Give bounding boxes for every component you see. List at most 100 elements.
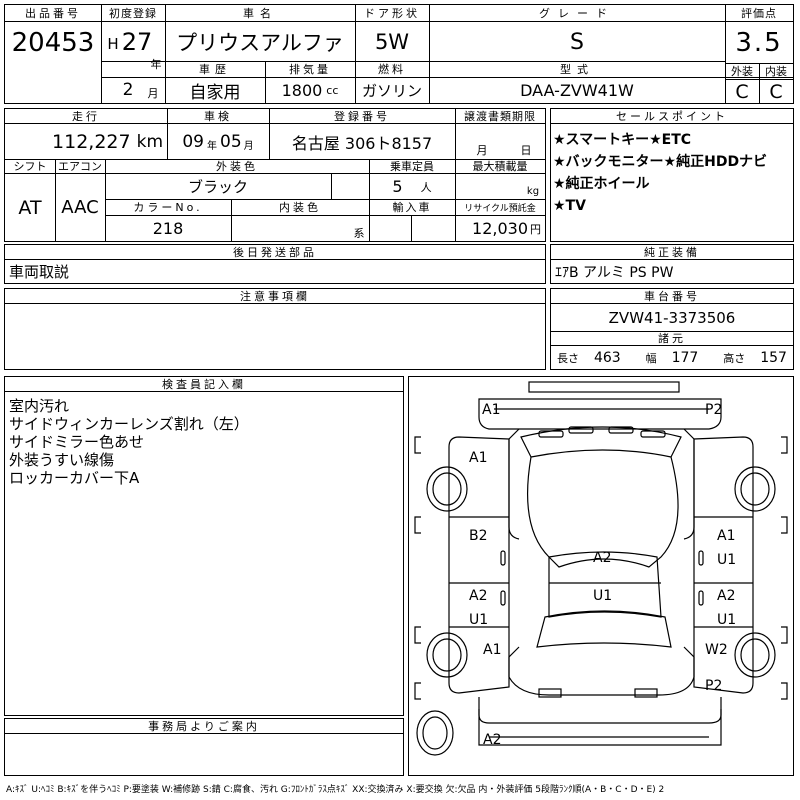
inspection-year-unit: 年 (207, 141, 217, 152)
capacity-unit: 人 (420, 180, 432, 194)
shift-label: シフト (13, 160, 47, 173)
height-label: 高さ (723, 351, 746, 365)
model-label: 型式 (560, 63, 594, 76)
equipment-block: 純正装備 ｴｱB アルミ PS PW (550, 244, 794, 284)
first-reg-month: 2 (122, 80, 134, 100)
history: 自家用 (189, 83, 241, 103)
score-label: 評価点 (741, 7, 777, 20)
shift: AT (18, 196, 42, 219)
transfer-label: 譲渡書類期限 (464, 110, 536, 123)
color-no: 218 (152, 219, 184, 238)
displacement: 1800 cc (265, 78, 355, 103)
chassis-title: 車台番号 (644, 290, 700, 303)
fuel: ガソリン (361, 82, 422, 100)
transfer-day-unit: 日 (520, 144, 532, 157)
sales-points-title: セールスポイント (616, 110, 728, 123)
legend: A:ｷｽﾞ U:ﾍｺﾐ B:ｷｽﾞを伴うﾍｺﾐ P:要塗装 W:補修跡 S:錆 … (6, 784, 665, 795)
inspection-label: 車検 (204, 110, 232, 123)
transfer-month-unit: 月 (476, 144, 488, 157)
office-title: 事務局よりご案内 (148, 720, 260, 733)
recycle-label: リサイクル預託金 (464, 203, 536, 214)
damage-mark: P2 (705, 402, 723, 418)
width-value: 177 (671, 349, 699, 366)
ac: AAC (61, 197, 99, 218)
parts-value: 車両取説 (9, 263, 70, 281)
parts-title: 後日発送部品 (233, 246, 317, 259)
first-reg-label: 初度登録 (109, 7, 157, 20)
damage-mark: U1 (469, 612, 489, 628)
damage-mark: A1 (483, 642, 502, 658)
door-label: ドア形状 (364, 7, 420, 20)
sales-point-line: ★純正ホイール (553, 176, 650, 192)
damage-mark: U1 (717, 612, 737, 628)
fuel-label: 燃料 (378, 63, 406, 76)
damage-mark: A2 (717, 588, 736, 604)
score: 3.5 (735, 28, 783, 58)
damage-mark: A1 (482, 402, 501, 418)
inspector-note-line: 外装うすい線傷 (9, 451, 115, 469)
displacement-value: 1800 (281, 81, 323, 100)
inspector-note-line: サイドウィンカーレンズ割れ（左） (9, 415, 249, 433)
mileage-label: 走行 (72, 110, 100, 123)
inspector-block: 検査員記入欄 室内汚れ サイドウィンカーレンズ割れ（左） サイドミラー色あせ 外… (4, 376, 404, 716)
grade-label: グレード (539, 7, 615, 20)
mileage-value: 112,227 (52, 130, 131, 153)
header-block: 出品番号 20453 初度登録 H 27 年 2 月 車名 プリウスアルファ ド… (4, 4, 794, 104)
damage-mark: A2 (593, 550, 612, 566)
car-damage-diagram: A1 P2 A1 B2 A2 A1 U1 A2 U1 U1 A2 U1 A1 W… (408, 376, 794, 776)
interior-label: 内装 (765, 65, 787, 78)
interior-color-unit: 系 (353, 227, 365, 239)
inspection-month-unit: 月 (243, 141, 254, 152)
sales-point-line: ★TV (553, 198, 586, 214)
dimensions-row: 長さ 463 幅 177 高さ 157 (551, 346, 793, 369)
damage-mark: U1 (717, 552, 737, 568)
exterior-grade: C (735, 80, 749, 103)
notes-block: 注意事項欄 (4, 288, 546, 370)
length-label: 長さ (557, 351, 579, 365)
capacity-value: 5 (392, 177, 403, 196)
sales-point-line: ★スマートキー★ETC (553, 132, 692, 148)
details-block: 走行 112,227 km 車検 09 年 05 月 登録番号 名古屋 306ト… (4, 108, 546, 242)
damage-mark: A1 (469, 450, 488, 466)
sales-point-line: ★バックモニター★純正HDDナビ (553, 154, 768, 170)
import-label: 輸入車 (392, 201, 432, 214)
history-label: 車歴 (199, 63, 231, 76)
parts-block: 後日発送部品 車両取説 (4, 244, 546, 284)
car-outline-icon (414, 381, 788, 756)
grade: S (570, 29, 584, 55)
office-block: 事務局よりご案内 (4, 718, 404, 776)
chassis-block: 車台番号 ZVW41-3373506 諸元 長さ 463 幅 177 高さ 15… (550, 288, 794, 370)
interior-color-label: 内装色 (279, 201, 321, 214)
notes-title: 注意事項欄 (240, 290, 310, 303)
equipment-title: 純正装備 (644, 246, 700, 259)
mileage: 112,227 km (5, 124, 167, 159)
lot-no: 20453 (11, 28, 95, 58)
recycle-unit: 円 (530, 222, 541, 236)
interior-grade: C (769, 80, 783, 103)
width-label: 幅 (645, 351, 657, 365)
displacement-label: 排気量 (289, 63, 331, 76)
color-no-label: カラーNo. (133, 201, 203, 214)
dimensions-title: 諸元 (658, 332, 686, 345)
capacity-label: 乗車定員 (390, 160, 434, 173)
height-value: 157 (760, 349, 787, 366)
inspection-month: 05 (220, 131, 242, 152)
reg-no: 名古屋 306ト8157 (291, 133, 433, 153)
car-name-label: 車名 (243, 7, 277, 20)
damage-mark: B2 (469, 528, 488, 544)
damage-mark: P2 (705, 678, 723, 694)
chassis-no: ZVW41-3373506 (608, 308, 736, 327)
displacement-unit: cc (326, 84, 339, 97)
recycle: 12,030 円 (455, 216, 545, 241)
first-reg-year: 27 (121, 28, 153, 56)
sales-points-list: ★スマートキー★ETC ★バックモニター★純正HDDナビ ★純正ホイール ★TV (553, 129, 767, 217)
reg-no-label: 登録番号 (334, 110, 390, 123)
color-label: 外装色 (216, 160, 258, 173)
inspector-note-line: 室内汚れ (9, 397, 70, 415)
inspector-note-line: サイドミラー色あせ (9, 433, 145, 451)
inspector-title: 検査員記入欄 (162, 378, 246, 391)
equipment-value: ｴｱB アルミ PS PW (555, 264, 674, 281)
damage-mark: W2 (705, 642, 728, 658)
load-unit: kg (526, 185, 540, 197)
inspection-year: 09 (182, 131, 204, 152)
